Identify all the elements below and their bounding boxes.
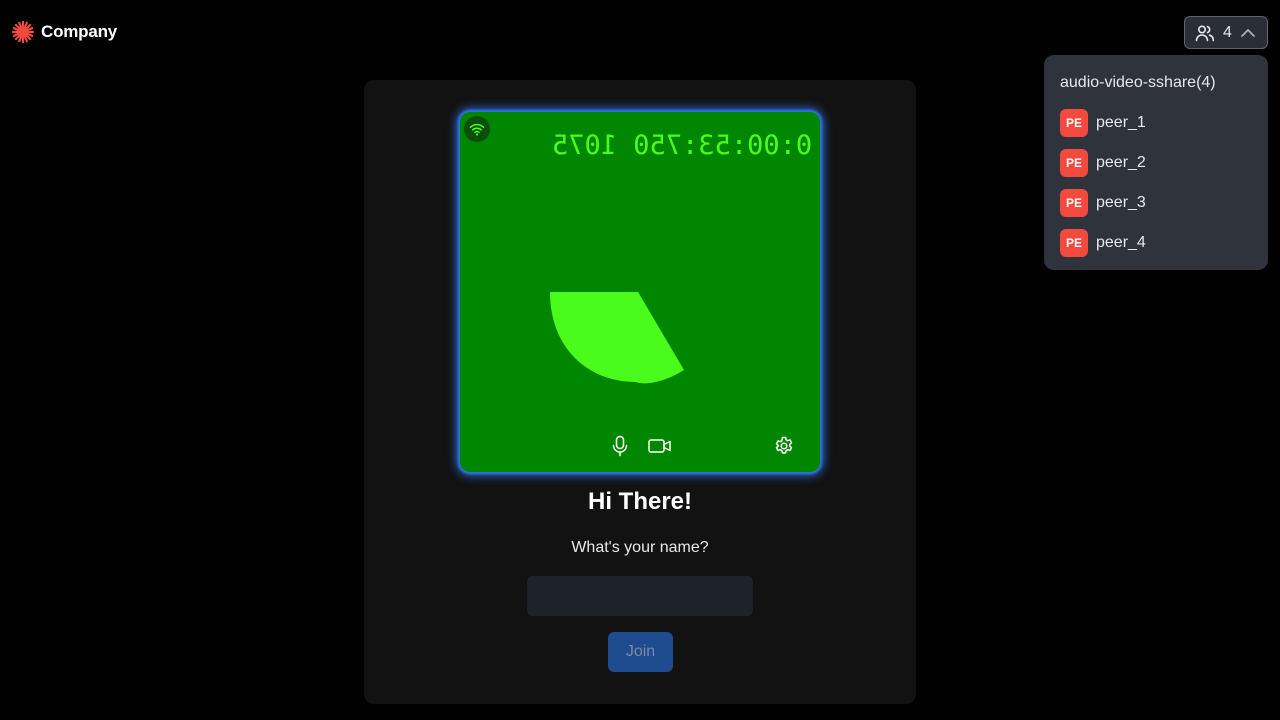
chevron-up-icon [1241,28,1255,37]
gear-icon [775,436,793,454]
peer-list-item[interactable]: PE peer_4 [1060,229,1252,257]
join-button[interactable]: Join [608,632,673,672]
peer-name: peer_2 [1096,154,1146,171]
peer-name: peer_1 [1096,114,1146,131]
video-timecode: 0:00:53:750 1075 [551,130,812,161]
avatar: PE [1060,189,1088,217]
room-name: audio-video-sshare(4) [1060,74,1216,91]
peer-list-dropdown: audio-video-sshare(4) PE peer_1 PE peer_… [1044,55,1268,270]
peer-list-item[interactable]: PE peer_1 [1060,109,1252,137]
peer-name: peer_3 [1096,194,1146,211]
wifi-icon [469,123,485,136]
name-prompt: What's your name? [571,539,709,556]
video-frame-shape [550,292,684,384]
avatar: PE [1060,109,1088,137]
network-quality-badge [464,116,490,142]
settings-button[interactable] [770,432,798,460]
participants-button[interactable]: 4 [1184,16,1268,49]
video-preview-tile: 0:00:53:750 1075 [460,112,820,472]
microphone-icon [612,435,628,457]
peer-name: peer_4 [1096,234,1146,251]
name-input[interactable] [527,576,753,616]
greeting-heading: Hi There! [587,488,692,515]
company-name: Company [41,22,118,41]
preview-card: 0:00:53:750 1075 Hi There! What's your n… [364,80,916,704]
avatar: PE [1060,149,1088,177]
peer-list-item[interactable]: PE peer_3 [1060,189,1252,217]
video-camera-icon [648,439,671,453]
company-logo[interactable]: Company [11,20,117,44]
company-logo-icon [11,20,35,44]
microphone-button[interactable] [606,432,634,460]
camera-button[interactable] [646,432,674,460]
people-icon [1195,24,1215,41]
avatar: PE [1060,229,1088,257]
peer-list-item[interactable]: PE peer_2 [1060,149,1252,177]
participants-count: 4 [1223,23,1232,41]
